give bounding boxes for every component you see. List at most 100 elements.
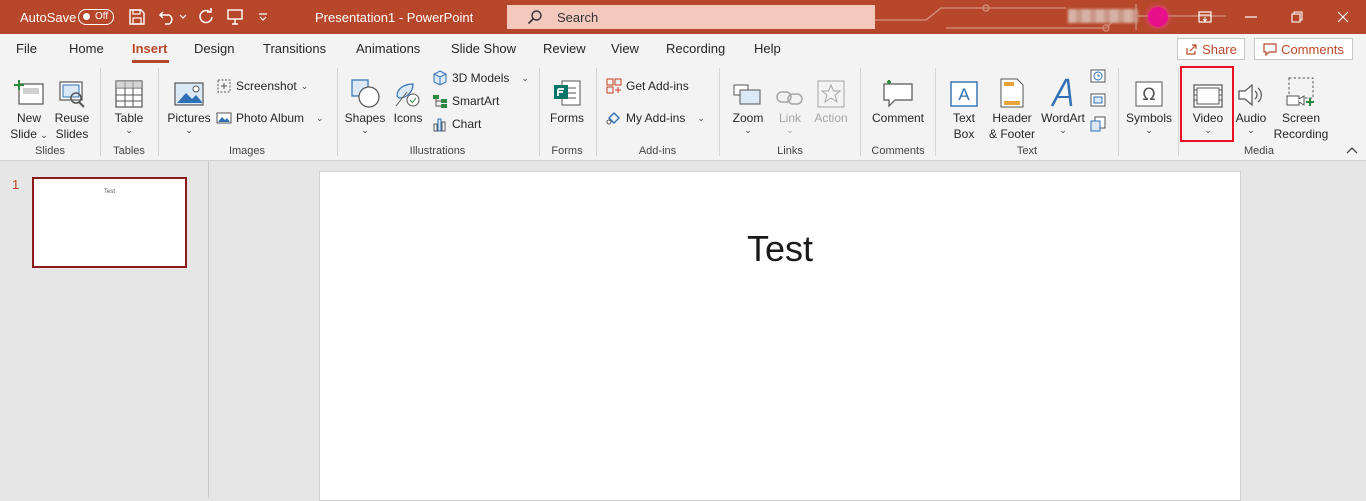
comment-icon	[1263, 42, 1277, 56]
comments-label: Comments	[1281, 41, 1344, 57]
wordart-button[interactable]: WordArt ⌄	[1039, 68, 1087, 135]
slide-number: 1	[12, 177, 20, 192]
wordart-icon	[1050, 78, 1073, 107]
tab-design[interactable]: Design	[194, 41, 234, 56]
tab-review[interactable]: Review	[543, 41, 586, 56]
avatar[interactable]	[1148, 7, 1168, 27]
new-comment-button[interactable]: Comment	[868, 68, 928, 126]
slide-title-placeholder[interactable]: Test	[320, 228, 1240, 270]
link-icon	[776, 91, 803, 105]
svg-text:Ω: Ω	[1143, 85, 1156, 105]
forms-icon	[554, 80, 581, 106]
icons-icon	[395, 83, 420, 107]
group-label-text: Text	[1016, 145, 1038, 157]
slide-thumbnail[interactable]: Test	[32, 177, 187, 268]
user-name[interactable]	[1068, 9, 1138, 23]
undo-icon[interactable]	[158, 0, 176, 34]
present-from-start-icon[interactable]	[226, 0, 244, 34]
redo-icon[interactable]	[196, 0, 214, 34]
zoom-button[interactable]: Zoom ⌄	[727, 68, 769, 135]
object-button[interactable]	[1090, 116, 1106, 132]
tab-view[interactable]: View	[611, 41, 639, 56]
share-label: Share	[1202, 41, 1237, 57]
share-button[interactable]: Share	[1177, 38, 1245, 60]
3d-models-button[interactable]: 3D Models ⌄	[432, 70, 529, 86]
ribbon-tabs: File Home Insert Design Transitions Anim…	[0, 34, 1366, 64]
reuse-slides-button[interactable]: Reuse Slides	[52, 68, 92, 142]
restore-icon[interactable]	[1274, 0, 1320, 34]
pictures-button[interactable]: Pictures ⌄	[166, 68, 212, 135]
3d-models-icon	[433, 70, 447, 86]
comments-button[interactable]: Comments	[1254, 38, 1353, 60]
collapse-ribbon-icon[interactable]	[1346, 146, 1358, 154]
smartart-button[interactable]: SmartArt	[432, 93, 499, 109]
header-footer-icon	[1000, 78, 1024, 108]
my-add-ins-button[interactable]: My Add-ins ⌄	[606, 110, 705, 126]
date-time-button[interactable]	[1090, 68, 1106, 84]
text-box-button[interactable]: A Text Box	[943, 68, 985, 142]
smartart-icon	[433, 95, 447, 108]
ribbon: New Slide ⌄ Reuse Slides Slides Table ⌄ …	[0, 64, 1366, 161]
table-button[interactable]: Table ⌄	[108, 68, 150, 135]
customize-quick-access-icon[interactable]	[258, 0, 268, 34]
get-add-ins-icon	[606, 78, 622, 94]
group-label-images: Images	[228, 145, 266, 157]
tab-home[interactable]: Home	[69, 41, 104, 56]
header-footer-button[interactable]: Header & Footer	[986, 68, 1038, 142]
screenshot-button[interactable]: Screenshot ⌄	[216, 78, 308, 94]
forms-button[interactable]: Forms	[545, 68, 589, 126]
undo-dropdown-icon[interactable]	[179, 0, 187, 34]
shapes-button[interactable]: Shapes ⌄	[343, 68, 387, 135]
table-icon	[115, 80, 143, 108]
group-label-links: Links	[777, 145, 803, 157]
screen-recording-icon	[1286, 77, 1314, 106]
close-icon[interactable]	[1320, 0, 1366, 34]
ribbon-display-options-icon[interactable]	[1182, 0, 1228, 34]
search-box[interactable]: Search	[507, 5, 875, 29]
group-label-tables: Tables	[113, 145, 145, 157]
tab-transitions[interactable]: Transitions	[263, 41, 326, 56]
autosave-toggle[interactable]: Off	[78, 9, 114, 25]
group-label-slides: Slides	[35, 145, 65, 157]
link-button[interactable]: Link ⌄	[772, 68, 808, 135]
chart-icon	[433, 118, 446, 132]
search-placeholder: Search	[557, 9, 599, 25]
symbols-icon: Ω	[1135, 81, 1163, 107]
tab-animations[interactable]: Animations	[356, 41, 420, 56]
new-comment-icon	[883, 80, 913, 108]
icons-button[interactable]: Icons	[389, 68, 427, 126]
group-label-media: Media	[1244, 145, 1274, 157]
group-label-illustrations: Illustrations	[409, 145, 466, 157]
tab-help[interactable]: Help	[754, 41, 781, 56]
slide-canvas[interactable]: Test	[319, 171, 1241, 501]
slide-number-button[interactable]	[1090, 92, 1106, 108]
tab-recording[interactable]: Recording	[666, 41, 725, 56]
date-time-icon	[1090, 69, 1106, 83]
new-slide-icon	[14, 80, 44, 105]
tab-file[interactable]: File	[16, 41, 37, 56]
screenshot-icon	[217, 79, 231, 93]
new-slide-button[interactable]: New Slide ⌄	[8, 68, 50, 142]
my-add-ins-icon	[606, 112, 620, 125]
chart-button[interactable]: Chart	[432, 116, 481, 132]
action-button[interactable]: Action	[811, 68, 851, 126]
text-box-icon: A	[950, 81, 978, 107]
audio-button[interactable]: Audio ⌄	[1233, 68, 1269, 135]
photo-album-button[interactable]: Photo Album ⌄	[216, 110, 324, 126]
symbols-button[interactable]: Ω Symbols ⌄	[1124, 68, 1174, 135]
group-label-forms: Forms	[551, 145, 583, 157]
action-icon	[817, 80, 845, 108]
group-label-comments: Comments	[871, 145, 925, 157]
group-label-add-ins: Add-ins	[638, 145, 677, 157]
save-icon[interactable]	[128, 0, 146, 34]
search-icon	[527, 10, 542, 25]
slide-thumbnail-title: Test	[103, 189, 115, 195]
get-add-ins-button[interactable]: Get Add-ins	[606, 78, 689, 94]
minimize-icon[interactable]	[1228, 0, 1274, 34]
tab-insert[interactable]: Insert	[132, 41, 167, 56]
tab-slide-show[interactable]: Slide Show	[451, 41, 516, 56]
slide-number-icon	[1090, 93, 1106, 107]
screen-recording-button[interactable]: Screen Recording	[1270, 68, 1332, 142]
video-button-highlight	[1180, 66, 1234, 142]
share-icon	[1186, 43, 1197, 55]
